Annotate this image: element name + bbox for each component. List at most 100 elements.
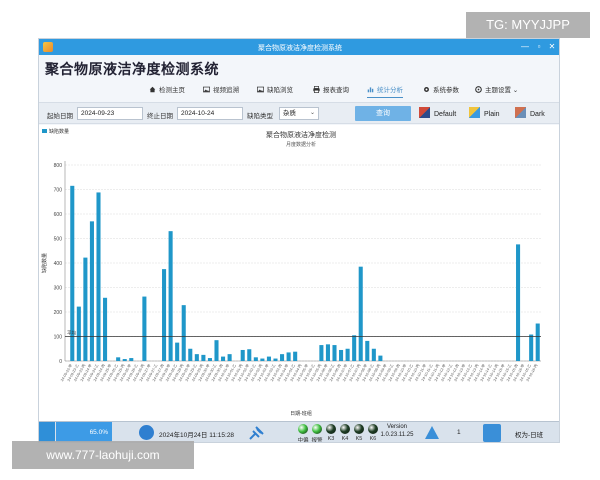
chart-bar bbox=[76, 306, 81, 361]
chart-bar bbox=[293, 351, 298, 361]
chart-bar bbox=[181, 305, 186, 361]
menu-home-label: 检测主页 bbox=[159, 87, 185, 94]
menu-defect-browse[interactable]: 缺陷浏览 bbox=[257, 84, 293, 98]
menu-statistics[interactable]: 统计分析 bbox=[367, 84, 403, 98]
theme-default-label: Default bbox=[434, 111, 457, 118]
tg-watermark: TG: MYYJJPP bbox=[466, 12, 590, 38]
start-date-label: 起始日期 bbox=[47, 113, 73, 120]
chart-bar bbox=[516, 244, 521, 361]
progress-indicator: 65.0% bbox=[56, 422, 112, 442]
chevron-down-icon: ⌄ bbox=[309, 110, 315, 116]
status-led bbox=[326, 424, 336, 434]
chart-bar bbox=[339, 349, 344, 361]
image-icon bbox=[257, 85, 264, 93]
y-tick-label: 600 bbox=[54, 212, 63, 218]
chart-bar bbox=[103, 297, 108, 361]
menu-theme-settings[interactable]: 主题设置 ⌄ bbox=[475, 84, 518, 98]
chart-bar bbox=[280, 354, 285, 361]
y-tick-label: 300 bbox=[54, 286, 63, 292]
chart-bar bbox=[371, 348, 376, 361]
legend-label: 缺陷数量 bbox=[49, 128, 69, 135]
theme-default[interactable]: Default bbox=[419, 107, 456, 121]
chart-bar bbox=[273, 358, 278, 361]
chart-bar bbox=[168, 231, 173, 361]
theme-dark-swatch bbox=[515, 107, 526, 118]
chart-bar bbox=[286, 352, 291, 361]
chart-bar bbox=[332, 345, 337, 361]
y-axis-label: 缺陷数量 bbox=[41, 253, 48, 273]
menu-system-params-label: 系统参数 bbox=[433, 87, 459, 94]
url-watermark: www.777-laohuji.com bbox=[12, 441, 194, 469]
screenshot-stage: 聚合物原液洁净度检测系统 — ▫ ✕ 聚合物原液洁净度检测系统 检测主页 视频追… bbox=[0, 0, 600, 480]
theme-dark[interactable]: Dark bbox=[515, 107, 545, 121]
chart-bar bbox=[201, 354, 206, 361]
chart-icon bbox=[367, 85, 374, 93]
legend-swatch bbox=[42, 129, 47, 133]
menu-system-params[interactable]: 系统参数 bbox=[423, 84, 459, 98]
menu-report-query[interactable]: 报表查询 bbox=[313, 84, 349, 98]
defect-type-value: 杂质 bbox=[283, 110, 296, 117]
menu-defect-browse-label: 缺陷浏览 bbox=[267, 87, 293, 94]
menu-video-trace[interactable]: 视频追溯 bbox=[203, 84, 239, 98]
chart-subtitle: 月度数据分析 bbox=[286, 141, 316, 148]
chart-bar bbox=[319, 345, 324, 361]
image-icon bbox=[203, 85, 210, 93]
status-bar: 65.0% 2024年10月24日 11:15:28 中偏 报警 K3 K4 K5 K6 … bbox=[39, 421, 559, 442]
y-tick-label: 100 bbox=[54, 335, 63, 341]
palette-icon bbox=[475, 85, 482, 93]
chart-bar bbox=[96, 192, 101, 361]
chart-bar bbox=[122, 359, 127, 361]
start-date-input[interactable]: 2024-09-23 bbox=[77, 107, 143, 120]
alarm-count: 1 bbox=[457, 429, 461, 436]
theme-plain[interactable]: Plain bbox=[469, 107, 500, 121]
gear-icon bbox=[423, 85, 430, 92]
chart-bar bbox=[352, 335, 357, 361]
chart-bar bbox=[116, 357, 121, 361]
bar-chart: 聚合物原液洁净度检测月度数据分析缺陷数量01002003004005006007… bbox=[41, 128, 541, 417]
chart-bar bbox=[378, 355, 383, 361]
query-toolbar: 起始日期 2024-09-23 终止日期 2024-10-24 缺陷类型 杂质 ⌄… bbox=[39, 102, 559, 124]
chart-title: 聚合物原液洁净度检测 bbox=[266, 130, 336, 139]
chevron-down-icon: ⌄ bbox=[511, 87, 519, 94]
chart-bar bbox=[240, 349, 245, 361]
user-icon[interactable] bbox=[483, 424, 501, 442]
maximize-button[interactable]: ▫ bbox=[533, 42, 545, 52]
chart-bar bbox=[266, 356, 271, 361]
chart-bar bbox=[89, 221, 94, 361]
menu-report-query-label: 报表查询 bbox=[323, 87, 349, 94]
home-icon bbox=[149, 85, 156, 93]
chart-bar bbox=[358, 266, 363, 361]
y-tick-label: 400 bbox=[54, 261, 63, 267]
version-info: Version 1.0.23.11.25 bbox=[377, 424, 417, 438]
window-title: 聚合物原液洁净度检测系统 bbox=[258, 45, 342, 52]
version-value: 1.0.23.11.25 bbox=[380, 432, 414, 438]
menu-theme-settings-label: 主题设置 bbox=[485, 87, 511, 94]
status-led bbox=[312, 424, 322, 434]
y-tick-label: 200 bbox=[54, 310, 63, 316]
title-bar: 聚合物原液洁净度检测系统 — ▫ ✕ bbox=[39, 39, 559, 55]
chart-bar bbox=[260, 358, 265, 361]
end-date-label: 终止日期 bbox=[147, 113, 173, 120]
theme-plain-swatch bbox=[469, 107, 480, 118]
chart-bar bbox=[345, 348, 350, 361]
user-role: 权为-日班 bbox=[515, 432, 544, 439]
menu-home[interactable]: 检测主页 bbox=[149, 84, 185, 98]
version-label: Version bbox=[386, 424, 407, 430]
y-tick-label: 700 bbox=[54, 188, 63, 194]
query-button[interactable]: 查询 bbox=[355, 106, 411, 121]
theme-dark-label: Dark bbox=[530, 111, 545, 118]
close-button[interactable]: ✕ bbox=[546, 42, 558, 52]
chart-bar bbox=[83, 257, 88, 361]
chart-bar bbox=[325, 344, 330, 361]
y-tick-label: 0 bbox=[59, 359, 62, 365]
chart-bar bbox=[529, 334, 534, 361]
defect-type-select[interactable]: 杂质 ⌄ bbox=[279, 107, 319, 120]
minimize-button[interactable]: — bbox=[519, 42, 531, 52]
y-tick-label: 800 bbox=[54, 163, 63, 169]
menu-video-trace-label: 视频追溯 bbox=[213, 87, 239, 94]
warning-icon[interactable] bbox=[425, 426, 439, 439]
chart-bar bbox=[142, 296, 147, 361]
chart-bar bbox=[188, 348, 193, 361]
chart-bar bbox=[194, 354, 199, 361]
end-date-input[interactable]: 2024-10-24 bbox=[177, 107, 243, 120]
